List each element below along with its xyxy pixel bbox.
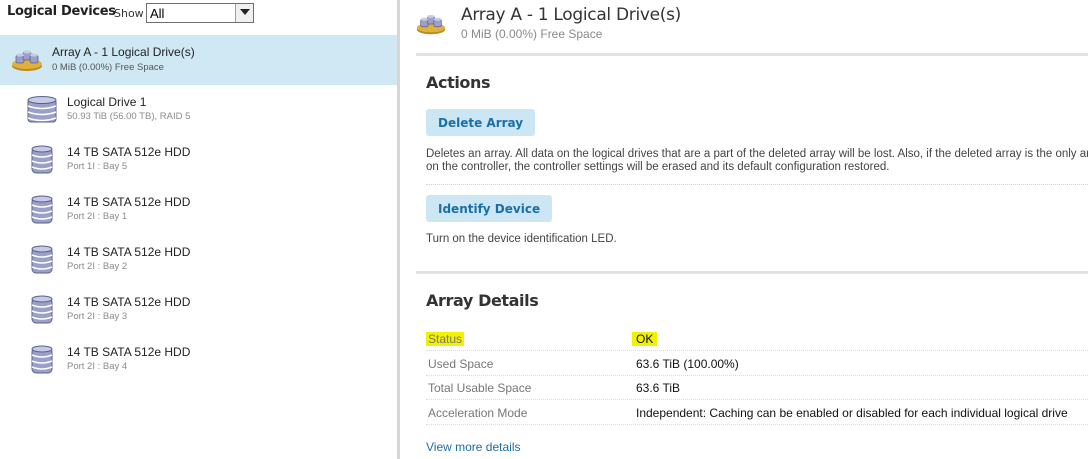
tree-item-detail: 0 MiB (0.00%) Free Space xyxy=(52,62,164,73)
detail-value: 63.6 TiB xyxy=(636,381,681,395)
chevron-down-icon[interactable] xyxy=(235,4,253,22)
detail-label: Status xyxy=(426,332,465,346)
detail-value: 63.6 TiB (100.00%) xyxy=(636,357,739,371)
tree-item-physical-drive[interactable]: 14 TB SATA 512e HDD Port 2I : Bay 4 xyxy=(0,335,397,385)
array-details-heading: Array Details xyxy=(426,291,539,310)
view-more-details-link[interactable]: View more details xyxy=(426,440,521,454)
page-subtitle: 0 MiB (0.00%) Free Space xyxy=(461,27,603,41)
show-filter-select[interactable]: All xyxy=(146,3,254,23)
actions-heading: Actions xyxy=(426,73,491,92)
detail-row-used-space: Used Space 63.6 TiB (100.00%) xyxy=(426,352,1088,376)
physical-drive-icon xyxy=(31,195,53,230)
detail-value: Independent: Caching can be enabled or d… xyxy=(636,406,1068,420)
tree-item-name: Logical Drive 1 xyxy=(67,95,147,109)
physical-drive-icon xyxy=(31,145,53,180)
page-title: Array A - 1 Logical Drive(s) xyxy=(461,5,682,25)
tree-item-logical-drive-1[interactable]: Logical Drive 1 50.93 TiB (56.00 TB), RA… xyxy=(0,85,397,135)
tree-item-name: 14 TB SATA 512e HDD xyxy=(67,295,191,309)
tree-item-physical-drive[interactable]: 14 TB SATA 512e HDD Port 2I : Bay 2 xyxy=(0,235,397,285)
detail-label: Acceleration Mode xyxy=(428,406,528,420)
tree-item-name: Array A - 1 Logical Drive(s) xyxy=(52,45,195,59)
physical-drive-icon xyxy=(31,245,53,280)
divider xyxy=(426,184,1088,185)
identify-device-button[interactable]: Identify Device xyxy=(426,195,553,222)
section-divider xyxy=(416,271,1088,274)
tree-item-detail: Port 2I : Bay 3 xyxy=(67,311,128,322)
show-filter-value: All xyxy=(150,6,165,21)
logical-devices-panel: Logical Devices Show All Array A - 1 Log… xyxy=(0,0,397,459)
show-label: Show xyxy=(114,7,144,20)
status-badge: OK xyxy=(632,332,658,346)
logical-drive-icon xyxy=(26,95,58,130)
detail-row-acceleration-mode: Acceleration Mode Independent: Caching c… xyxy=(426,401,1088,425)
delete-array-description: Deletes an array. All data on the logica… xyxy=(426,148,1088,173)
physical-drive-icon xyxy=(31,295,53,330)
detail-row-total-usable-space: Total Usable Space 63.6 TiB xyxy=(426,376,1088,400)
tree-item-physical-drive[interactable]: 14 TB SATA 512e HDD Port 2I : Bay 1 xyxy=(0,185,397,235)
tree-item-detail: Port 2I : Bay 1 xyxy=(67,211,128,222)
array-details-panel: Array A - 1 Logical Drive(s) 0 MiB (0.00… xyxy=(400,0,1088,459)
tree-item-name: 14 TB SATA 512e HDD xyxy=(67,195,191,209)
section-divider xyxy=(416,53,1088,56)
panel-title: Logical Devices xyxy=(7,4,116,19)
tree-item-name: 14 TB SATA 512e HDD xyxy=(67,145,191,159)
physical-drive-icon xyxy=(31,345,53,380)
tree-item-detail: Port 1I : Bay 5 xyxy=(67,161,128,172)
tree-item-physical-drive[interactable]: 14 TB SATA 512e HDD Port 2I : Bay 3 xyxy=(0,285,397,335)
tree-item-name: 14 TB SATA 512e HDD xyxy=(67,245,191,259)
tree-item-detail: 50.93 TiB (56.00 TB), RAID 5 xyxy=(67,111,191,122)
tree-item-physical-drive[interactable]: 14 TB SATA 512e HDD Port 1I : Bay 5 xyxy=(0,135,397,185)
logical-devices-header: Logical Devices Show All xyxy=(0,0,397,34)
tree-item-detail: Port 2I : Bay 2 xyxy=(67,261,128,272)
tree-item-name: 14 TB SATA 512e HDD xyxy=(67,345,191,359)
array-icon xyxy=(11,46,43,77)
tree-item-detail: Port 2I : Bay 4 xyxy=(67,361,128,372)
detail-label: Used Space xyxy=(428,357,494,371)
tree-item-array-a[interactable]: Array A - 1 Logical Drive(s) 0 MiB (0.00… xyxy=(0,35,397,85)
detail-row-status: Status OK xyxy=(426,327,1088,351)
delete-array-button[interactable]: Delete Array xyxy=(426,109,536,136)
array-icon xyxy=(416,10,446,41)
detail-label: Total Usable Space xyxy=(428,381,532,395)
identify-device-description: Turn on the device identification LED. xyxy=(426,233,617,245)
